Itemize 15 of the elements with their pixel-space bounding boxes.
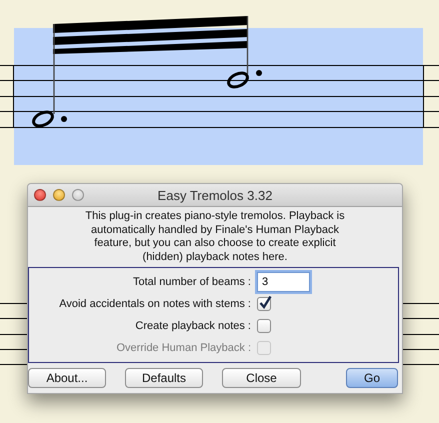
field-label: Avoid accidentals on notes with stems : bbox=[58, 298, 251, 310]
checkbox[interactable] bbox=[257, 319, 271, 333]
dialog-button[interactable]: About... bbox=[28, 368, 106, 388]
field-label: Override Human Playback : bbox=[116, 342, 251, 354]
dialog-button[interactable]: Defaults bbox=[125, 368, 203, 388]
field-label: Total number of beams : bbox=[132, 276, 251, 288]
checkbox[interactable] bbox=[257, 297, 271, 311]
dialog-button[interactable]: Close bbox=[222, 368, 301, 388]
text-field[interactable]: 3 bbox=[257, 272, 310, 292]
field-label: Create playback notes : bbox=[134, 320, 251, 332]
close-button[interactable] bbox=[34, 189, 46, 201]
description-text: This plug-in creates piano-style tremolos. Playback is automatically handled by Finale's Human Playback feature, but you can also choose to create explicit (hidden) playback notes here. bbox=[84, 209, 346, 264]
minimize-button[interactable] bbox=[53, 189, 65, 201]
window-title: Easy Tremolos 3.32 bbox=[158, 188, 272, 202]
dialog-button[interactable]: Go bbox=[346, 368, 398, 388]
